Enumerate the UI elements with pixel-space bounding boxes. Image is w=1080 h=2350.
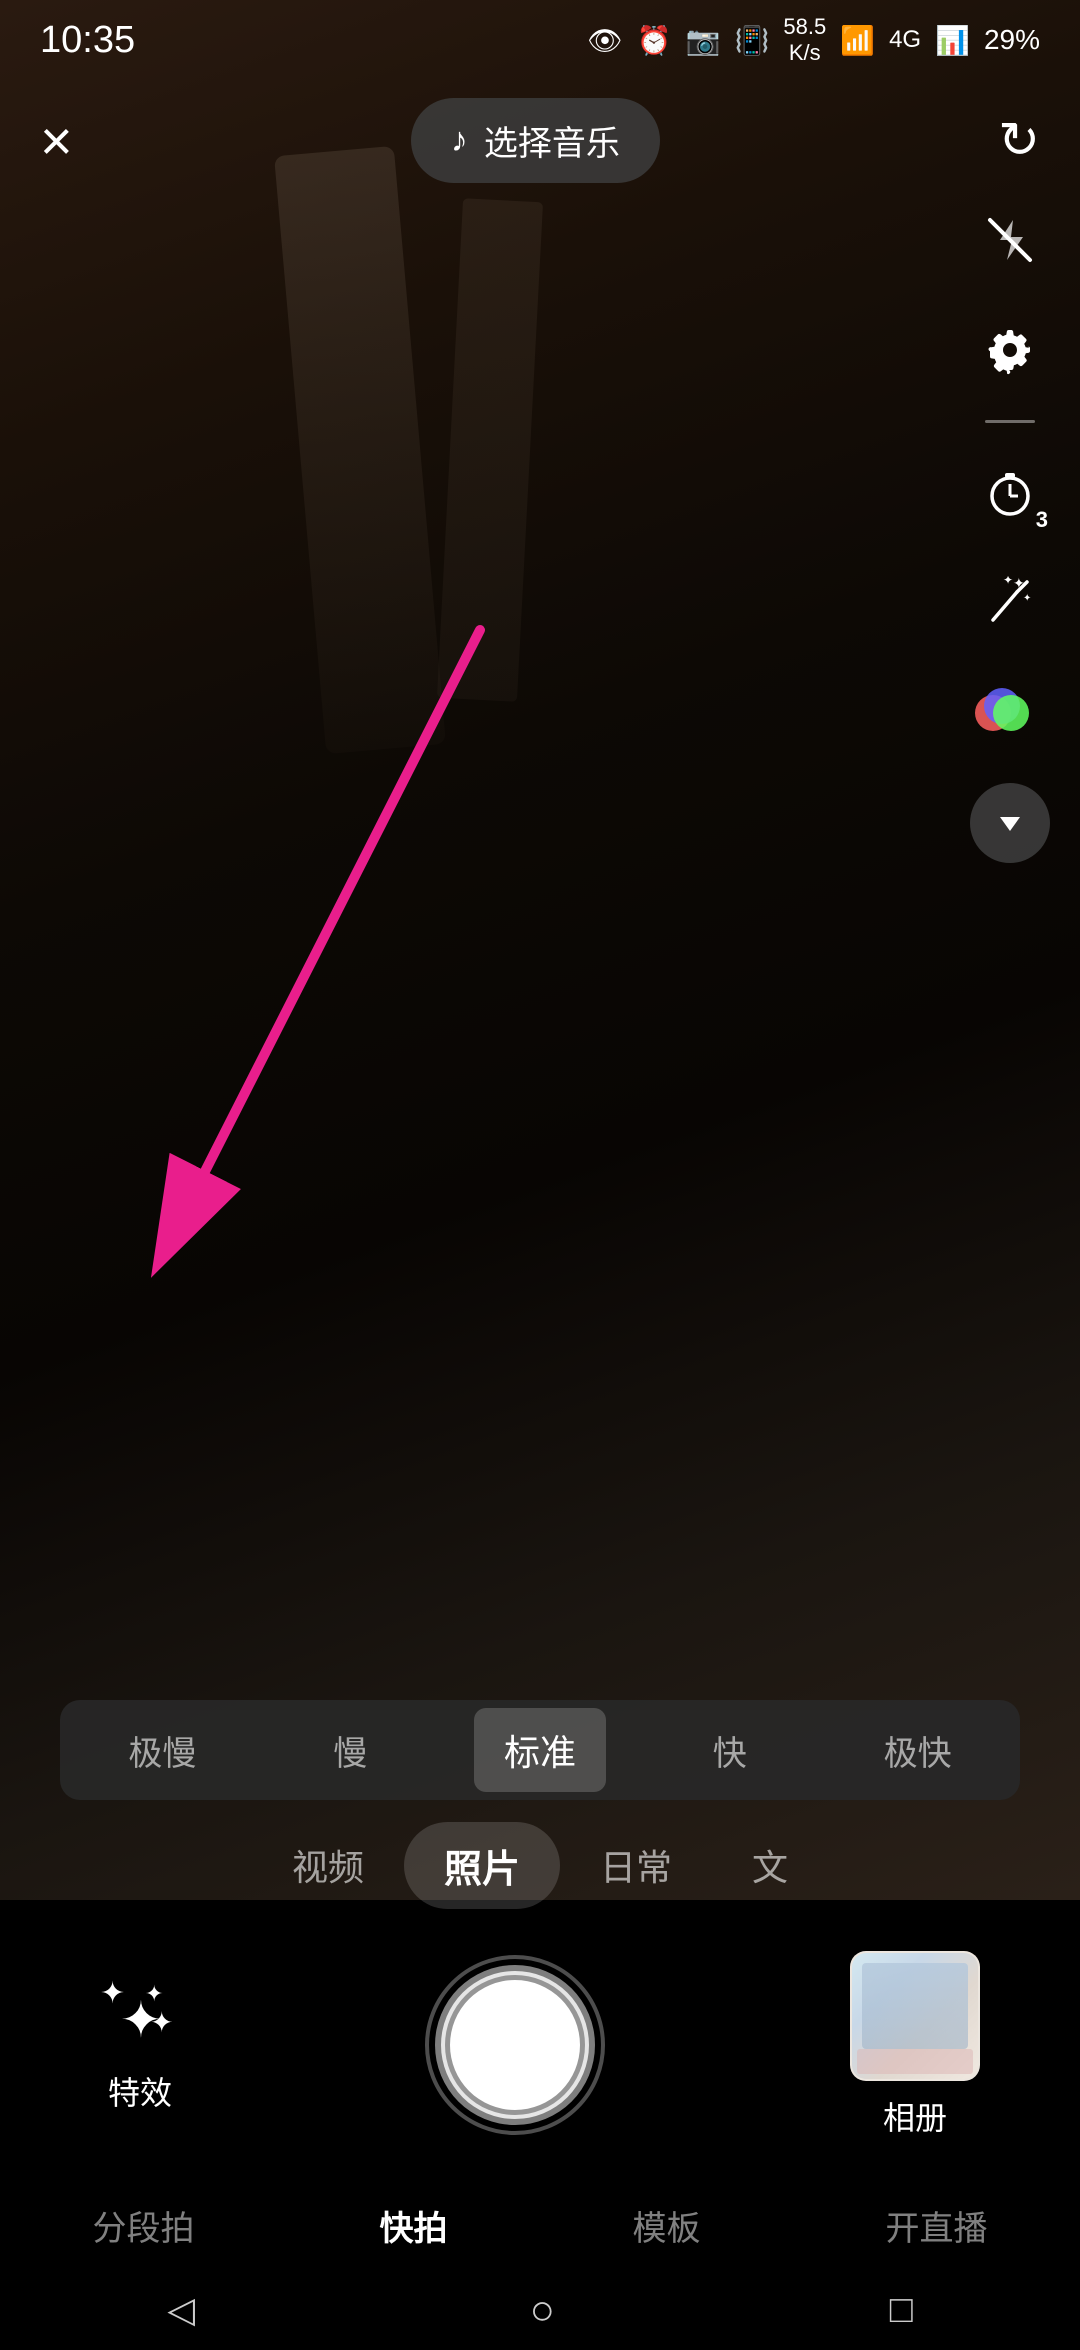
speed-item-very-fast[interactable]: 极快: [854, 1710, 982, 1791]
wifi-icon: 📶: [840, 24, 875, 57]
recent-apps-button[interactable]: □: [890, 2289, 913, 2332]
sparkle-small-icon-3: ✦: [145, 1981, 163, 2007]
tab-daily[interactable]: 日常: [560, 1823, 712, 1907]
album-thumb-image: [852, 1953, 978, 2079]
arrow-annotation: [80, 600, 530, 1325]
sidebar-divider: [985, 420, 1035, 423]
svg-text:✦: ✦: [1023, 593, 1031, 604]
signal-icon: 4G: [889, 26, 921, 54]
speed-item-slow[interactable]: 慢: [303, 1710, 397, 1791]
magic-wand-button[interactable]: ✦ ✦ ✦: [970, 563, 1050, 643]
refresh-button[interactable]: ↻: [998, 111, 1040, 169]
sparkles-icon: ✦ ✦ ✦ ✦: [100, 1976, 180, 2056]
mode-tabs: 视频 照片 日常 文: [0, 1820, 1080, 1910]
effects-label: 特效: [108, 2068, 172, 2114]
nav-segment-shoot[interactable]: 分段拍: [73, 2191, 215, 2260]
network-speed: 58.5 K/s: [783, 14, 826, 67]
nav-quick-shoot[interactable]: 快拍: [360, 2191, 468, 2260]
back-button[interactable]: ◁: [167, 2289, 195, 2331]
battery-indicator: 29%: [984, 24, 1040, 56]
nav-template[interactable]: 模板: [613, 2191, 721, 2260]
sparkle-small-icon-1: ✦: [100, 1976, 125, 2011]
top-toolbar: × ♪ 选择音乐 ↻: [0, 80, 1080, 200]
alarm-icon: ⏰: [637, 24, 672, 57]
music-select-label: 选择音乐: [484, 116, 620, 165]
album-label: 相册: [883, 2093, 947, 2139]
bottom-nav: 分段拍 快拍 模板 开直播: [0, 2180, 1080, 2270]
speed-selector: 极慢 慢 标准 快 极快: [60, 1700, 1020, 1800]
vibrate-icon: 📳: [734, 24, 769, 57]
close-button[interactable]: ×: [40, 108, 73, 173]
album-cross-overlay: [852, 1953, 978, 2079]
eye-icon: 👁: [587, 24, 623, 57]
signal-bars-icon: 📊: [935, 24, 970, 57]
tab-text[interactable]: 文: [712, 1823, 828, 1907]
timer-number: 3: [1036, 507, 1048, 533]
shutter-inner: [445, 1975, 585, 2115]
sparkle-small-icon-2: ✦: [150, 2006, 173, 2039]
home-button[interactable]: ○: [530, 2286, 555, 2334]
settings-button[interactable]: [970, 310, 1050, 390]
tab-photo[interactable]: 照片: [404, 1822, 560, 1909]
speed-item-standard[interactable]: 标准: [474, 1708, 606, 1792]
speed-item-fast[interactable]: 快: [683, 1710, 777, 1791]
album-thumbnail: [850, 1951, 980, 2081]
status-time: 10:35: [40, 19, 135, 62]
album-button[interactable]: 相册: [850, 1951, 980, 2139]
camera-icon: 📷: [686, 24, 721, 57]
status-bar: 10:35 👁 ⏰ 📷 📳 58.5 K/s 📶 4G 📊 29%: [0, 0, 1080, 80]
bottom-controls: ✦ ✦ ✦ ✦ 特效 相册: [0, 1930, 1080, 2160]
color-effects-button[interactable]: [970, 673, 1050, 753]
music-note-icon: ♪: [451, 121, 468, 160]
nav-live[interactable]: 开直播: [866, 2191, 1008, 2260]
svg-text:✦: ✦: [1003, 576, 1013, 587]
flash-off-button[interactable]: [970, 200, 1050, 280]
speed-item-very-slow[interactable]: 极慢: [98, 1710, 226, 1791]
color-circles-icon: [975, 688, 1045, 738]
right-sidebar: 3 ✦ ✦ ✦: [970, 200, 1050, 863]
music-select-button[interactable]: ♪ 选择音乐: [411, 98, 660, 183]
shutter-button[interactable]: [435, 1965, 595, 2125]
system-nav: ◁ ○ □: [0, 2270, 1080, 2350]
tab-video[interactable]: 视频: [252, 1823, 404, 1907]
svg-text:✦: ✦: [1013, 576, 1025, 591]
more-options-button[interactable]: [970, 783, 1050, 863]
status-icons: 👁 ⏰ 📷 📳 58.5 K/s 📶 4G 📊 29%: [587, 14, 1040, 67]
effects-button[interactable]: ✦ ✦ ✦ ✦ 特效: [100, 1976, 180, 2114]
green-circle: [993, 695, 1029, 731]
timer-button[interactable]: 3: [970, 453, 1050, 533]
